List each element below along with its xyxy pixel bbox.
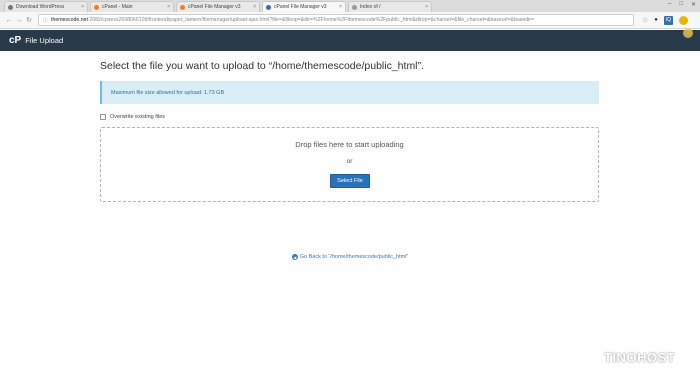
browser-tab[interactable]: cPanel File Manager v3 × (262, 1, 346, 12)
forward-arrow-icon[interactable]: → (14, 17, 24, 24)
watermark-text-2: HØST (637, 350, 676, 365)
browser-tab[interactable]: cPanel - Main × (90, 1, 174, 12)
tab-favicon-icon (352, 4, 357, 10)
drop-zone[interactable]: Drop files here to start uploading or Se… (100, 127, 599, 202)
max-size-alert: Maximum file size allowed for upload: 1.… (100, 81, 599, 104)
browser-tab[interactable]: Index of / × (348, 1, 432, 12)
tab-label: Index of / (360, 4, 381, 10)
tab-favicon-icon (94, 4, 99, 10)
tab-label: cPanel - Main (102, 4, 133, 10)
cpanel-header: cP File Upload (0, 30, 700, 51)
go-back-link[interactable]: ◀ Go Back to “/home/themescode/public_ht… (0, 254, 700, 260)
info-icon[interactable]: ⓘ (43, 17, 48, 24)
cpanel-logo-icon[interactable]: cP (9, 35, 21, 46)
browser-tab[interactable]: Download WordPress × (4, 1, 88, 12)
overwrite-checkbox[interactable] (100, 114, 106, 120)
select-file-button[interactable]: Select File (330, 174, 370, 188)
maximize-icon[interactable]: □ (679, 1, 683, 8)
reload-icon[interactable]: ↻ (24, 16, 34, 24)
tab-favicon-icon (180, 4, 185, 10)
page-heading: Select the file you want to upload to “/… (100, 60, 424, 72)
tab-label: cPanel File Manager v3 (274, 4, 327, 10)
overwrite-label: Overwrite existing files (110, 114, 166, 120)
back-arrow-icon[interactable]: ← (4, 17, 14, 24)
browser-tab[interactable]: cPanel File Manager v3 × (176, 1, 260, 12)
url-path: :2082/cpsess2698066109/frontend/paper_la… (87, 17, 535, 23)
tab-close-icon[interactable]: × (253, 4, 256, 10)
tab-list: Download WordPress × cPanel - Main × cPanel … (4, 0, 434, 12)
tab-close-icon[interactable]: × (339, 4, 342, 10)
mouse-cursor-highlight (683, 28, 693, 38)
or-separator: or (346, 158, 353, 165)
address-bar[interactable]: ⓘ themescode.net :2082/cpsess2698066109/… (38, 14, 634, 26)
back-circle-icon: ◀ (291, 254, 298, 260)
extension-badge[interactable]: IQ (663, 15, 673, 25)
extension-icon[interactable]: ● (654, 17, 658, 23)
bookmark-star-icon[interactable]: ☆ (642, 16, 648, 24)
tab-favicon-icon (266, 4, 271, 10)
tab-close-icon[interactable]: × (425, 4, 428, 10)
toolbar-icons: ☆ ● IQ (642, 15, 688, 25)
tab-label: Download WordPress (16, 4, 65, 10)
browser-tab-strip: Download WordPress × cPanel - Main × cPanel … (0, 0, 700, 12)
go-back-text: Go Back to “/home/themescode/public_html… (299, 254, 409, 260)
minimize-icon[interactable]: – (668, 1, 671, 8)
url-host: themescode.net (51, 17, 88, 23)
profile-avatar[interactable] (678, 15, 688, 25)
tab-close-icon[interactable]: × (81, 4, 84, 10)
window-controls: – □ ✕ (668, 1, 696, 8)
drop-zone-text: Drop files here to start uploading (295, 140, 404, 149)
app-title: File Upload (25, 36, 64, 45)
overwrite-option[interactable]: Overwrite existing files (100, 114, 165, 120)
watermark-logo: TINOHØST (604, 350, 675, 365)
tab-label: cPanel File Manager v3 (188, 4, 241, 10)
close-window-icon[interactable]: ✕ (691, 1, 696, 8)
tab-favicon-icon (8, 4, 13, 10)
tab-close-icon[interactable]: × (167, 4, 170, 10)
watermark-text-1: TINO (604, 350, 638, 365)
max-size-text: Maximum file size allowed for upload: 1.… (111, 89, 225, 96)
browser-toolbar: ← → ↻ ⓘ themescode.net :2082/cpsess26980… (0, 12, 700, 29)
